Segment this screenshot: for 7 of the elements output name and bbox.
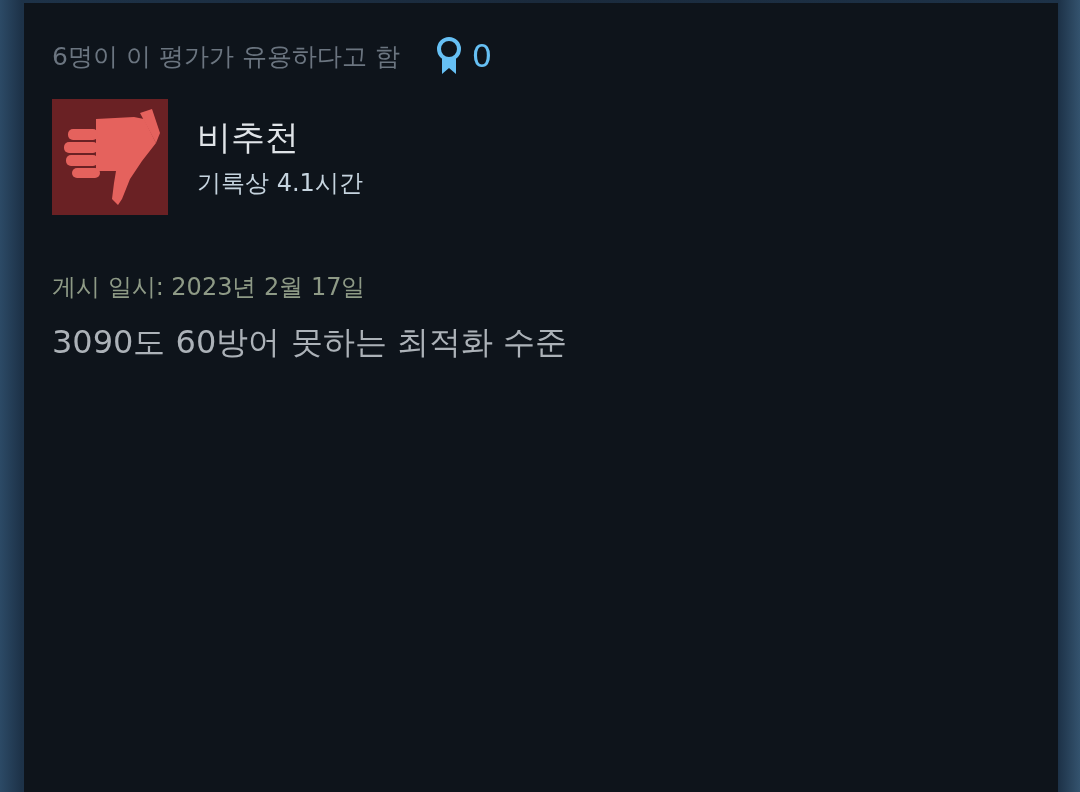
rating-label: 비추천 xyxy=(197,116,300,159)
helpful-count-text: 6명이 이 평가가 유용하다고 함 xyxy=(52,40,400,73)
review-text: 3090도 60방어 못하는 최적화 수준 xyxy=(52,322,568,363)
award-count: 0 xyxy=(471,37,493,75)
playtime-text: 기록상 4.1시간 xyxy=(197,168,363,199)
posted-date: 게시 일시: 2023년 2월 17일 xyxy=(52,272,367,303)
award-ribbon-icon xyxy=(435,37,462,75)
